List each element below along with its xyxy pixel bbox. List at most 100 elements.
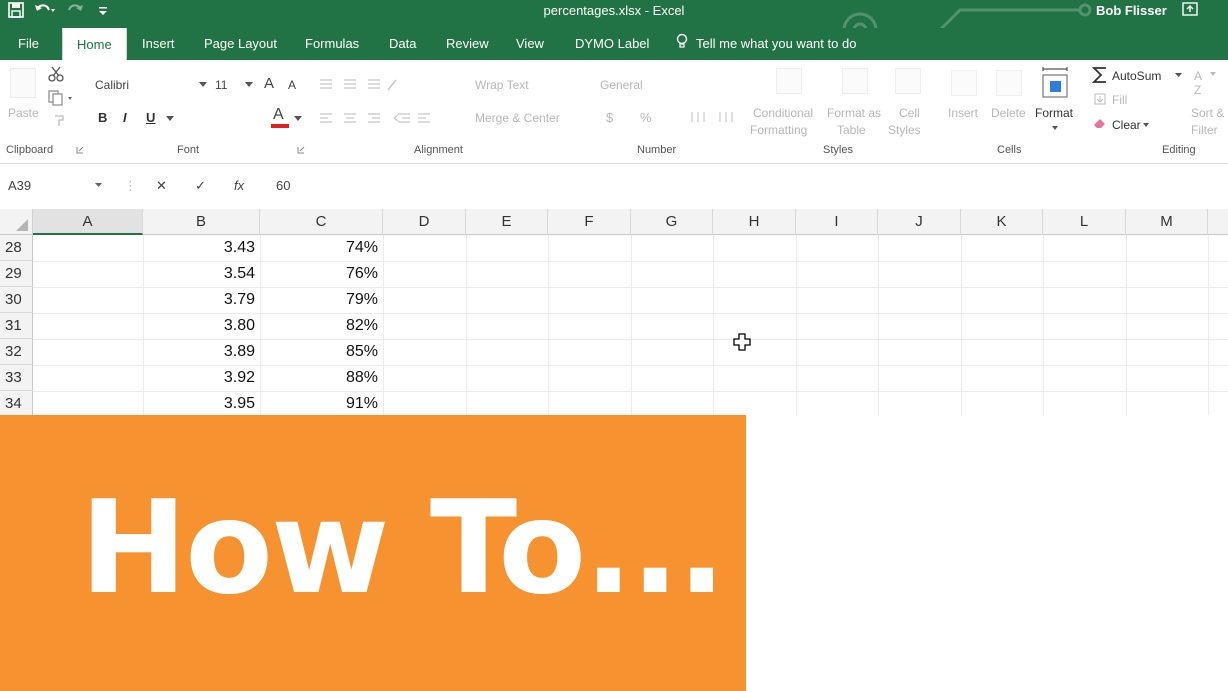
- insert-cells-icon[interactable]: [951, 70, 977, 96]
- format-as-table-button[interactable]: Format as: [827, 106, 881, 120]
- cell-c33[interactable]: 88%: [260, 365, 383, 391]
- row-header[interactable]: 32: [0, 339, 33, 365]
- tab-insert[interactable]: Insert: [142, 36, 175, 51]
- column-header-k[interactable]: K: [961, 209, 1043, 235]
- select-all-button[interactable]: [0, 209, 33, 235]
- column-header-h[interactable]: H: [713, 209, 796, 235]
- column-header-l[interactable]: L: [1043, 209, 1126, 235]
- paste-button[interactable]: Paste: [8, 106, 39, 120]
- column-header-f[interactable]: F: [548, 209, 631, 235]
- sort-filter-button[interactable]: Sort &: [1191, 106, 1224, 120]
- cell-b34[interactable]: 3.95: [143, 391, 260, 417]
- cell-c31[interactable]: 82%: [260, 313, 383, 339]
- column-header-b[interactable]: B: [143, 209, 260, 235]
- column-header-d[interactable]: D: [383, 209, 466, 235]
- column-header-i[interactable]: I: [796, 209, 878, 235]
- shrink-font-button[interactable]: A: [288, 78, 296, 92]
- column-header-j[interactable]: J: [878, 209, 961, 235]
- tell-me-search[interactable]: Tell me what you want to do: [696, 36, 856, 51]
- cut-icon[interactable]: [48, 66, 64, 82]
- insert-cells-button[interactable]: Insert: [948, 106, 978, 120]
- row-header[interactable]: 31: [0, 313, 33, 339]
- format-as-table-icon[interactable]: [842, 68, 868, 94]
- delete-cells-button[interactable]: Delete: [991, 106, 1026, 120]
- row-header[interactable]: 28: [0, 235, 33, 261]
- fill-button[interactable]: Fill: [1112, 93, 1127, 107]
- tab-page-layout[interactable]: Page Layout: [204, 36, 277, 51]
- chevron-down-icon[interactable]: [199, 82, 207, 88]
- underline-button[interactable]: U: [146, 110, 155, 125]
- autosum-icon[interactable]: [1092, 66, 1108, 84]
- column-header-g[interactable]: G: [631, 209, 713, 235]
- user-name[interactable]: Bob Flisser: [1096, 3, 1167, 18]
- font-name-box[interactable]: Calibri: [95, 78, 207, 92]
- format-cells-icon[interactable]: [1040, 66, 1070, 100]
- align-horizontal-icons[interactable]: [318, 112, 438, 126]
- chevron-down-icon[interactable]: [166, 116, 174, 122]
- delete-cells-icon[interactable]: [996, 70, 1022, 96]
- tab-file[interactable]: File: [18, 36, 39, 51]
- cell-b28[interactable]: 3.43: [143, 235, 260, 261]
- chevron-down-icon[interactable]: [1175, 73, 1182, 78]
- ribbon-display-options-icon[interactable]: [1182, 1, 1198, 21]
- decimal-buttons-icon[interactable]: [690, 110, 738, 124]
- eraser-icon[interactable]: [1093, 117, 1107, 129]
- merge-center-button[interactable]: Merge & Center: [475, 111, 560, 125]
- cell-c32[interactable]: 85%: [260, 339, 383, 365]
- cell-styles-icon[interactable]: [895, 68, 921, 94]
- cell-b30[interactable]: 3.79: [143, 287, 260, 313]
- font-launcher-icon[interactable]: [297, 146, 305, 154]
- tab-formulas[interactable]: Formulas: [305, 36, 359, 51]
- column-header-c[interactable]: C: [260, 209, 383, 235]
- tab-data[interactable]: Data: [389, 36, 416, 51]
- row-header[interactable]: 30: [0, 287, 33, 313]
- clipboard-launcher-icon[interactable]: [76, 146, 84, 154]
- autosum-button[interactable]: AutoSum: [1112, 69, 1161, 83]
- number-format-box[interactable]: General: [600, 78, 643, 92]
- cell-c34[interactable]: 91%: [260, 391, 383, 417]
- conditional-formatting-button[interactable]: Conditional: [753, 106, 813, 120]
- paste-icon[interactable]: [10, 68, 36, 98]
- chevron-down-icon[interactable]: [1143, 123, 1149, 127]
- cancel-entry-button[interactable]: ✕: [156, 178, 167, 194]
- bold-button[interactable]: B: [98, 110, 107, 125]
- cell-c30[interactable]: 79%: [260, 287, 383, 313]
- cell-styles-button[interactable]: Cell: [899, 106, 920, 120]
- row-header[interactable]: 33: [0, 365, 33, 391]
- chevron-down-icon[interactable]: [95, 183, 102, 188]
- italic-button[interactable]: I: [123, 110, 127, 125]
- name-box[interactable]: A39: [8, 178, 31, 193]
- cell-b29[interactable]: 3.54: [143, 261, 260, 287]
- conditional-formatting-icon[interactable]: [776, 68, 802, 94]
- chevron-down-icon[interactable]: [245, 82, 253, 88]
- tab-review[interactable]: Review: [446, 36, 489, 51]
- cell-b33[interactable]: 3.92: [143, 365, 260, 391]
- grow-font-button[interactable]: A: [264, 75, 274, 92]
- enter-entry-button[interactable]: ✓: [195, 178, 206, 194]
- cell-c28[interactable]: 74%: [260, 235, 383, 261]
- chevron-down-icon[interactable]: [1052, 126, 1058, 131]
- format-painter-icon[interactable]: [52, 114, 66, 128]
- align-top-icons[interactable]: [318, 78, 398, 92]
- tab-view[interactable]: View: [516, 36, 544, 51]
- font-size-box[interactable]: 11: [215, 78, 227, 92]
- chevron-down-icon[interactable]: [294, 116, 302, 122]
- formula-input[interactable]: 60: [276, 178, 290, 193]
- percent-button[interactable]: %: [640, 110, 652, 125]
- format-cells-button[interactable]: Format: [1035, 106, 1073, 120]
- wrap-text-button[interactable]: Wrap Text: [475, 78, 529, 92]
- column-header-m[interactable]: M: [1126, 209, 1208, 235]
- row-header[interactable]: 29: [0, 261, 33, 287]
- font-color-button[interactable]: A: [273, 106, 284, 124]
- row-header[interactable]: 34: [0, 391, 33, 417]
- fill-icon[interactable]: [1094, 93, 1106, 105]
- cell-b32[interactable]: 3.89: [143, 339, 260, 365]
- cell-c29[interactable]: 76%: [260, 261, 383, 287]
- clear-button[interactable]: Clear: [1112, 118, 1141, 132]
- copy-icon[interactable]: [48, 90, 74, 106]
- cell-b31[interactable]: 3.80: [143, 313, 260, 339]
- sort-filter-icon[interactable]: AZ: [1194, 68, 1224, 98]
- column-header-e[interactable]: E: [466, 209, 548, 235]
- tab-dymo-label[interactable]: DYMO Label: [575, 36, 649, 51]
- column-header-a[interactable]: A: [33, 209, 143, 235]
